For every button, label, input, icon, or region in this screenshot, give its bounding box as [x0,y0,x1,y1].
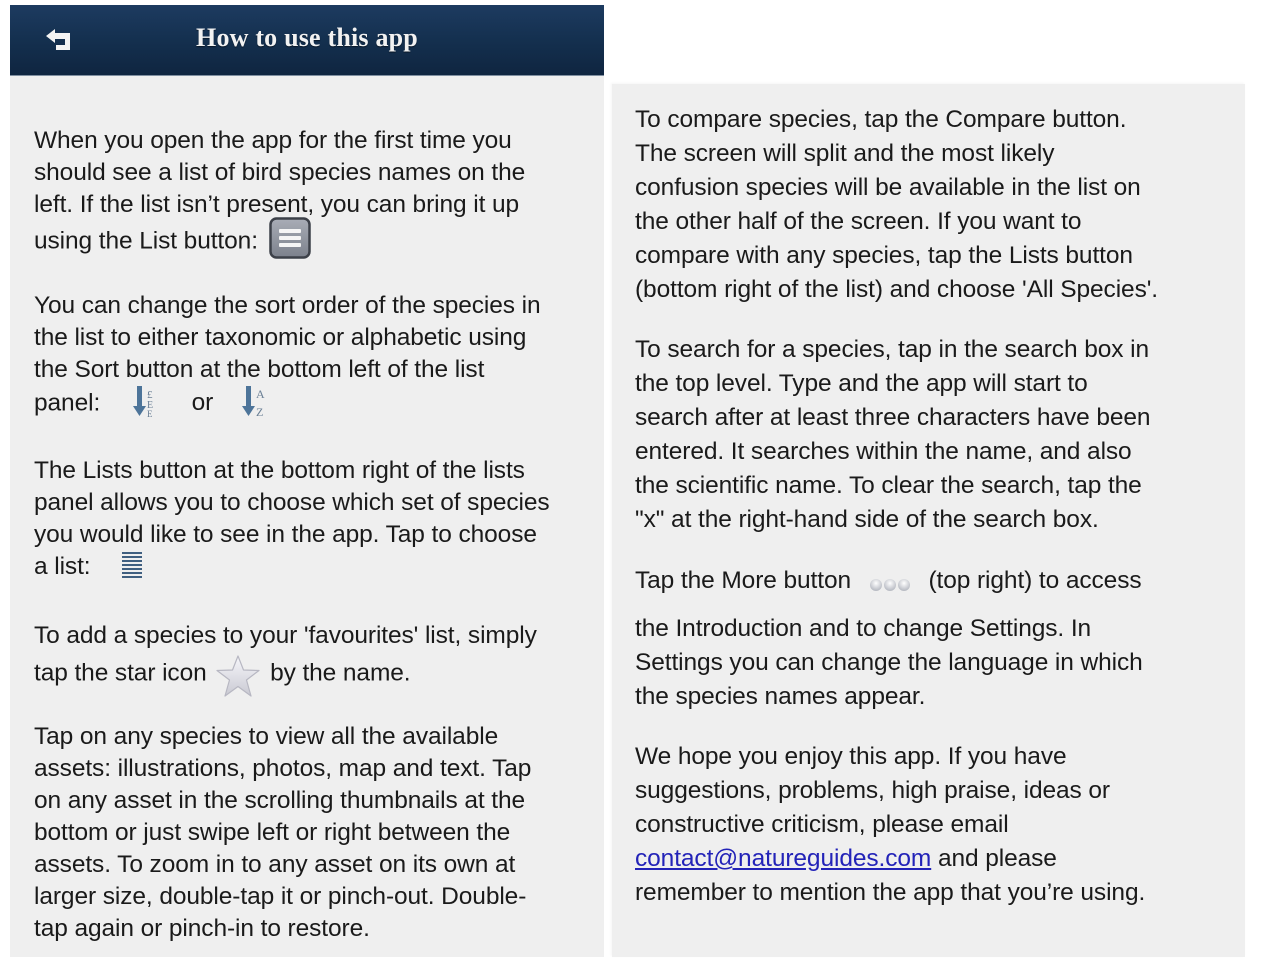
text-line: panel: [34,389,101,417]
text-line-with-icon: Tap the More button (top right) to acces… [635,564,1143,598]
text-line: "x" at the right-hand side of the search… [635,506,1099,533]
text-line: To add a species to your 'favourites' li… [34,622,537,649]
text-line: larger size, double-tap it or pinch-out.… [34,883,527,910]
text-line: (top right) to access [928,567,1142,594]
text-line: using the List button: [34,227,258,255]
star-icon [216,655,260,697]
list-button-icon [268,217,311,259]
help-paragraph-sort: You can change the sort order of the spe… [34,290,541,422]
help-paragraph-favourites: To add a species to your 'favourites' li… [34,620,537,697]
text-line: We hope you enjoy this app. If you have [635,743,1067,770]
help-paragraph-more: Tap the More button (top right) to acces… [635,564,1143,714]
text-line: assets: illustrations, photos, map and t… [34,755,532,782]
page-title: How to use this app [196,23,418,52]
help-paragraph-compare: To compare species, tap the Compare butt… [635,103,1158,307]
text-line-with-icon: using the List button: [34,217,525,263]
text-line: you would like to see in the app. Tap to… [34,521,537,548]
more-dots-icon [869,578,910,591]
text-line: compare with any species, tap the Lists … [635,242,1133,269]
text-line: Tap the More button [635,567,852,594]
sort-taxonomic-icon: £ E E [132,386,153,419]
text-line: on any asset in the scrolling thumbnails… [34,787,526,814]
lists-icon [122,551,143,578]
text-line: When you open the app for the first time… [34,127,512,154]
or-text: or [191,389,214,417]
text-line: suggestions, problems, high praise, idea… [635,777,1110,804]
text-line: tap the star icon [34,659,207,687]
text-line: the other half of the screen. If you wan… [635,208,1082,235]
text-line: the species names appear. [635,683,926,710]
help-paragraph-assets: Tap on any species to view all the avail… [34,721,531,945]
text-line: a list: [34,553,91,580]
text-line: by the name. [270,659,411,687]
text-line: You can change the sort order of the spe… [34,292,541,319]
text-line: assets. To zoom in to any asset on its o… [34,851,516,878]
text-line: To compare species, tap the Compare butt… [635,106,1127,133]
text-line: the Sort button at the bottom left of th… [34,356,485,383]
help-paragraph-contact: We hope you enjoy this app. If you have … [635,740,1145,910]
sort-alphabetic-icon: A Z [241,386,265,419]
text-line-with-link: contact@natureguides.com and please [635,842,1145,876]
contact-email-link[interactable]: contact@natureguides.com [635,845,931,872]
navigation-bar: How to use this app [10,5,604,76]
text-line: entered. It searches within the name, an… [635,438,1132,465]
svg-text:E: E [147,409,153,419]
help-paragraph-search: To search for a species, tap in the sear… [635,333,1151,537]
svg-text:Z: Z [256,405,263,419]
text-line: panel allows you to choose which set of … [34,489,550,516]
text-line: the top level. Type and the app will sta… [635,370,1088,397]
text-line: remember to mention the app that you’re … [635,879,1146,906]
text-line: bottom or just swipe left or right betwe… [34,819,511,846]
svg-text:A: A [256,387,265,401]
text-line: the Introduction and to change Settings.… [635,615,1092,642]
help-paragraph-list: When you open the app for the first time… [34,125,525,263]
text-line-with-icon: tap the star icon by the name. [34,652,537,697]
left-help-panel: How to use this app When you open the ap… [10,5,604,957]
text-line: (bottom right of the list) and choose 'A… [635,276,1158,303]
text-line: constructive criticism, please email [635,811,1009,838]
text-line: and please [937,845,1057,872]
text-line-with-icons: panel: £ E E or A Z [34,386,541,422]
text-line: the scientific name. To clear the search… [635,472,1142,499]
text-line: the list to either taxonomic or alphabet… [34,324,527,351]
text-line: Settings you can change the language in … [635,649,1143,676]
right-help-panel: To compare species, tap the Compare butt… [612,84,1245,957]
text-line: should see a list of bird species names … [34,159,526,186]
help-paragraph-lists: The Lists button at the bottom right of … [34,455,550,584]
text-line: tap again or pinch-in to restore. [34,915,370,942]
text-line: The Lists button at the bottom right of … [34,457,525,484]
text-line: To search for a species, tap in the sear… [635,336,1149,363]
text-line: The screen will split and the most likel… [635,140,1055,167]
text-line: Tap on any species to view all the avail… [34,723,499,750]
text-line: confusion species will be available in t… [635,174,1141,201]
text-line: search after at least three characters h… [635,404,1151,431]
text-line-with-icon: a list: [34,551,550,584]
